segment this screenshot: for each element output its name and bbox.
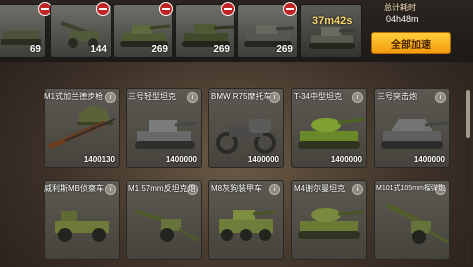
- total-time-value: 04h48m: [386, 14, 419, 24]
- unit-name: M4谢尔曼坦克: [294, 184, 346, 193]
- unit-name: 威利斯MB侦察车: [44, 184, 104, 193]
- remove-icon[interactable]: [159, 2, 173, 16]
- queue-timer: 37m42s: [312, 15, 353, 27]
- tank-icon: [309, 27, 358, 49]
- total-time-label: 总计耗时: [384, 3, 416, 12]
- unit-name: M8灰狗装甲车: [211, 184, 263, 193]
- scrollbar-thumb[interactable]: [466, 90, 470, 138]
- remove-icon[interactable]: [283, 2, 297, 16]
- remove-icon[interactable]: [96, 2, 110, 16]
- queue-slot-active[interactable]: 37m42s 269: [300, 4, 362, 58]
- queue-count: 269: [151, 44, 168, 55]
- remove-icon[interactable]: [221, 2, 235, 16]
- queue-count: 144: [90, 44, 107, 55]
- unit-price: 1400000: [165, 155, 197, 164]
- unit-price: 1400000: [330, 155, 362, 164]
- unit-name: 三号轻型坦克: [128, 92, 176, 101]
- queue-count: 269: [276, 44, 293, 55]
- unit-name: M1式加兰德步枪: [44, 92, 104, 101]
- speed-up-all-button[interactable]: 全部加速: [371, 32, 451, 54]
- unit-name: M1 57mm反坦克炮: [128, 184, 196, 193]
- unit-name: M101式105mm榴弹炮: [376, 185, 445, 192]
- unit-name: BMW R75摩托车: [211, 92, 272, 101]
- queue-count: 269: [213, 44, 230, 55]
- unit-name: T-34中型坦克: [294, 92, 343, 101]
- queue-count: 69: [29, 44, 41, 55]
- unit-price: 1400000: [413, 155, 445, 164]
- unit-name: 三号突击炮: [377, 92, 417, 101]
- unit-price: 1400130: [83, 155, 115, 164]
- unit-price: 1400000: [247, 155, 279, 164]
- production-queue: 69 144 269 269 269 37m42s 总计耗时 04h48m 全部…: [0, 0, 473, 62]
